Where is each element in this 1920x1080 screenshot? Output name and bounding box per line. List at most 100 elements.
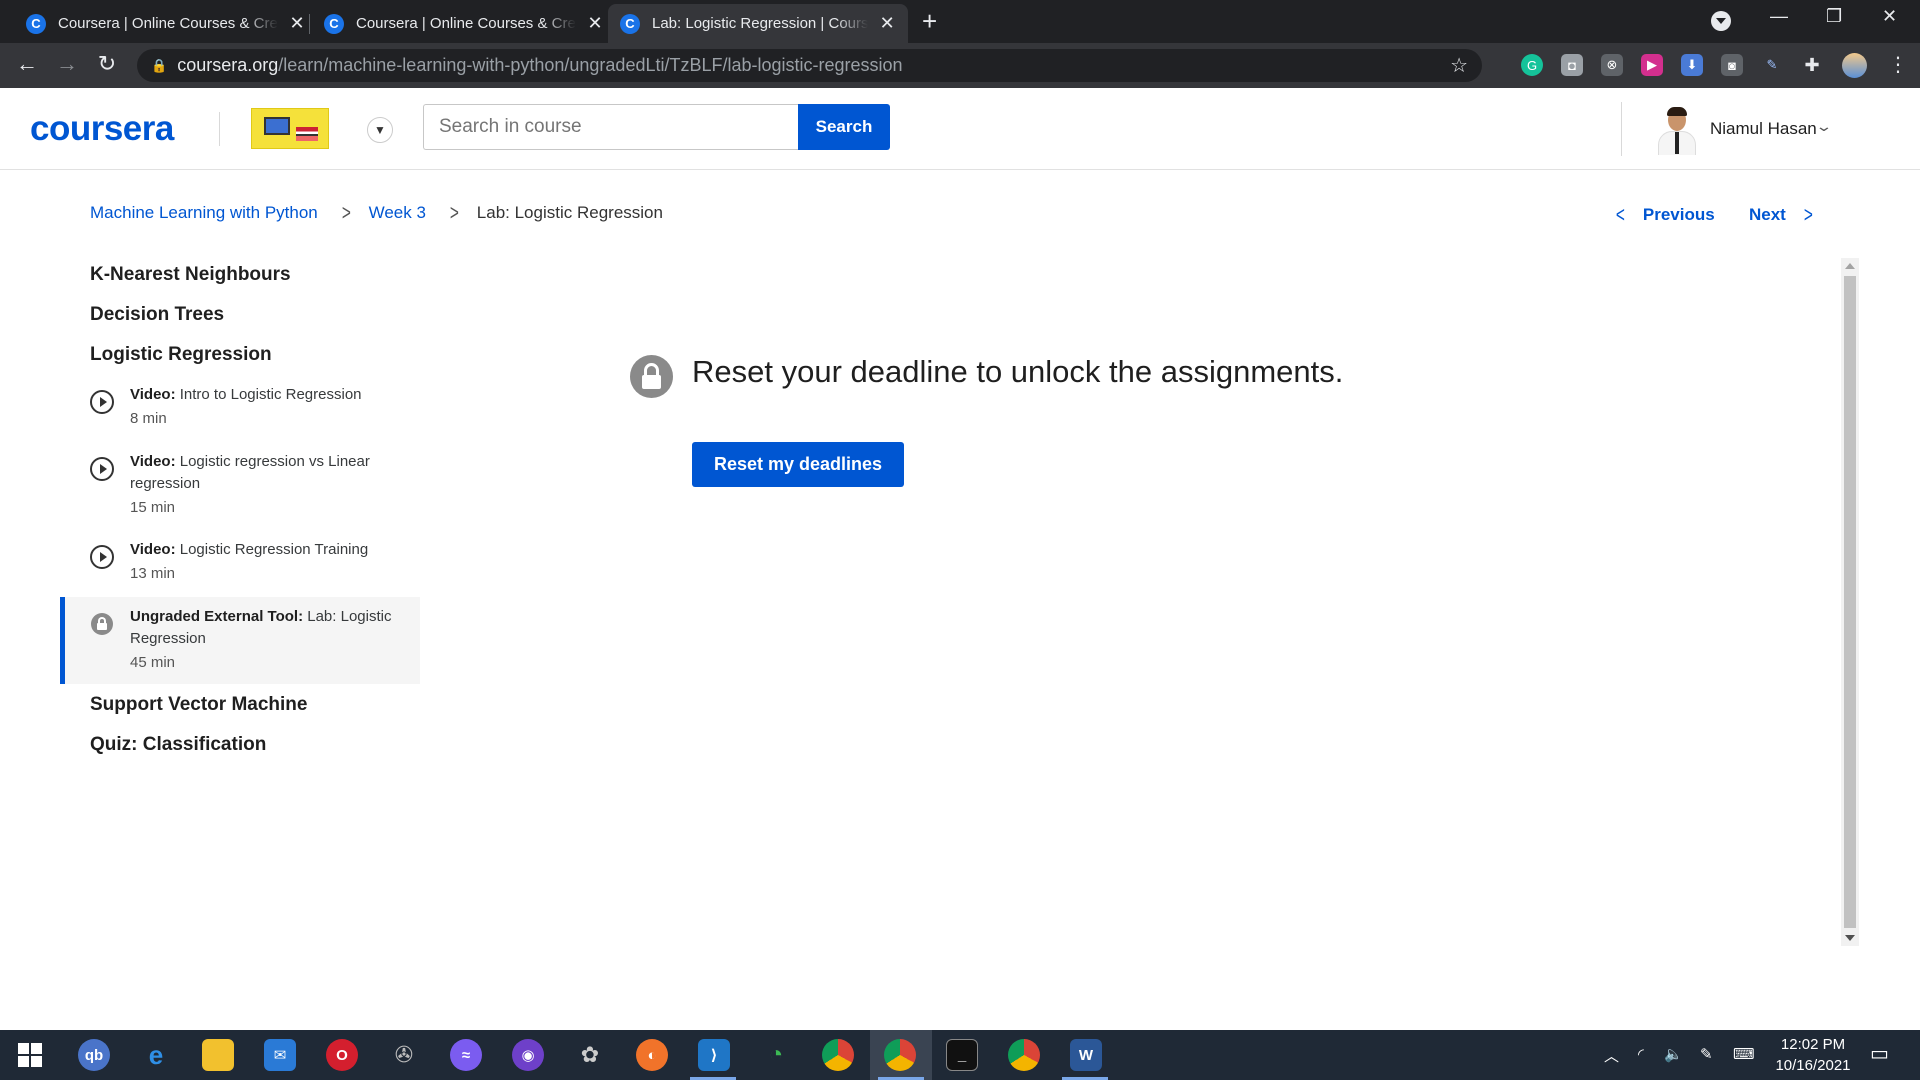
chevron-down-icon[interactable]: ▼ [367,117,393,143]
browser-tab-1[interactable]: C Coursera | Online Courses & Credential… [14,4,318,43]
play-circle-icon [90,545,114,569]
coursera-logo[interactable]: coursera [30,109,174,149]
chrome-menu-icon[interactable]: ⋮ [1888,52,1908,77]
item-kind: Video: [130,386,176,403]
chrome-icon[interactable] [884,1039,916,1071]
chevron-right-icon: > [341,200,351,225]
globe-app-icon[interactable]: ◔ [760,1039,792,1071]
chrome-icon[interactable] [1008,1039,1040,1071]
list-item[interactable]: Video: Logistic regression vs Linear reg… [60,451,420,527]
back-icon[interactable]: ← [12,51,42,77]
next-button[interactable]: Next > [1749,202,1815,228]
new-tab-icon[interactable]: + [922,8,937,34]
item-duration: 45 min [130,654,176,671]
keyboard-icon[interactable]: ⌨ [1733,1045,1755,1063]
close-window-icon[interactable]: ✕ [1882,6,1897,27]
pen-extension-icon[interactable]: ✎ [1761,54,1783,76]
tab-search-icon[interactable] [1711,11,1731,31]
lesson-logistic-regression[interactable]: Logistic Regression [90,344,272,366]
breadcrumb: Machine Learning with Python > Week 3 > … [90,200,663,226]
content-scrollbar[interactable] [1841,258,1859,946]
lesson-quiz-classification[interactable]: Quiz: Classification [90,734,266,756]
play-extension-icon[interactable]: ▶ [1641,54,1663,76]
network-icon[interactable]: ◜ [1638,1045,1644,1063]
file-explorer-icon[interactable] [202,1039,234,1071]
word-icon[interactable]: W [1070,1039,1102,1071]
clock-time: 12:02 PM [1780,1036,1846,1053]
browser-toolbar: ← → ↻ 🔒 coursera.org/learn/machine-learn… [0,43,1920,88]
item-title: Logistic Regression Training [179,541,369,558]
download-extension-icon[interactable]: ⬇ [1681,54,1703,76]
list-item[interactable]: Video: Logistic Regression Training 13 m… [60,539,420,595]
extensions-puzzle-icon[interactable]: ✚ [1801,54,1823,76]
taskbar-clock[interactable]: 12:02 PM 10/16/2021 [1766,1034,1860,1076]
close-tab-icon[interactable]: ✕ [288,13,306,34]
lesson-knn[interactable]: K-Nearest Neighbours [90,264,291,286]
extension-icon[interactable]: ◙ [1721,54,1743,76]
scroll-up-arrow-icon[interactable] [1845,263,1855,269]
vscode-icon[interactable]: ⟩ [698,1039,730,1071]
browser-tab-active[interactable]: C Lab: Logistic Regression | Coursera ✕ [608,4,908,43]
scroll-down-arrow-icon[interactable] [1845,935,1855,941]
coursera-favicon-icon: C [26,13,46,34]
volume-icon[interactable]: 🔈 [1664,1045,1683,1063]
list-item-active[interactable]: Ungraded External Tool: Lab: Logistic Re… [60,597,420,684]
satellite-icon[interactable]: ✇ [388,1039,420,1071]
terminal-icon[interactable]: _ [946,1039,978,1071]
edge-icon[interactable]: e [140,1039,172,1071]
tab-title: Coursera | Online Courses & Credentials [356,15,576,32]
browser-tab-strip: C Coursera | Online Courses & Credential… [0,0,1920,43]
breadcrumb-course-link[interactable]: Machine Learning with Python [90,203,318,223]
user-name[interactable]: Niamul Hasan [1710,119,1817,139]
chevron-down-icon[interactable]: ⌄ [1815,118,1833,135]
restore-icon[interactable]: ❐ [1826,6,1842,27]
grammarly-extension-icon[interactable]: G [1521,54,1543,76]
windows-start-icon[interactable] [18,1043,42,1067]
bookmark-star-icon[interactable]: ☆ [1450,53,1468,78]
secure-lock-icon[interactable]: 🔒 [151,58,167,74]
breadcrumb-current: Lab: Logistic Regression [476,203,663,222]
lock-icon [91,613,113,635]
lesson-svm[interactable]: Support Vector Machine [90,694,307,716]
breadcrumb-week-link[interactable]: Week 3 [369,203,426,223]
item-title: Intro to Logistic Regression [179,386,362,403]
scrollbar-thumb[interactable] [1844,276,1856,928]
reload-icon[interactable]: ↻ [92,51,122,77]
lock-icon [630,355,673,398]
browser-tab-2[interactable]: C Coursera | Online Courses & Credential… [312,4,616,43]
camera-extension-icon[interactable]: ◘ [1561,54,1583,76]
messenger-icon[interactable]: ≈ [450,1039,482,1071]
play-circle-icon [90,390,114,414]
chrome-profile-avatar[interactable] [1842,53,1867,78]
next-label: Next [1749,205,1786,224]
show-hidden-icons-icon[interactable]: ︿ [1604,1045,1619,1066]
extension-icon[interactable]: ⊗ [1601,54,1623,76]
search-input[interactable] [423,104,798,150]
partner-logo[interactable] [251,108,329,149]
books-icon [296,127,318,141]
github-icon[interactable]: ◉ [512,1039,544,1071]
avatar[interactable] [1654,105,1700,155]
chevron-right-icon: > [1803,202,1813,227]
close-tab-icon[interactable]: ✕ [878,13,896,34]
close-tab-icon[interactable]: ✕ [586,13,604,34]
item-kind: Video: [130,541,176,558]
reset-deadlines-button[interactable]: Reset my deadlines [692,442,904,487]
forward-icon[interactable]: → [52,51,82,77]
firefox-icon[interactable]: ◐ [636,1039,668,1071]
site-header: coursera ▼ Search Niamul Hasan ⌄ [0,88,1920,170]
header-divider [1621,102,1622,156]
opera-icon[interactable]: O [326,1039,358,1071]
paint-icon[interactable]: ✿ [574,1039,606,1071]
previous-button[interactable]: < Previous [1614,202,1715,228]
search-button[interactable]: Search [798,104,890,150]
address-bar[interactable]: 🔒 coursera.org/learn/machine-learning-wi… [137,49,1482,82]
pen-icon[interactable]: ✎ [1700,1045,1713,1063]
chrome-icon[interactable] [822,1039,854,1071]
notification-center-icon[interactable]: ▭ [1870,1041,1889,1066]
lesson-decision-trees[interactable]: Decision Trees [90,304,224,326]
mail-icon[interactable]: ✉ [264,1039,296,1071]
minimize-icon[interactable]: — [1770,6,1788,27]
qbittorrent-icon[interactable]: qb [78,1039,110,1071]
list-item[interactable]: Video: Intro to Logistic Regression 8 mi… [60,384,420,440]
